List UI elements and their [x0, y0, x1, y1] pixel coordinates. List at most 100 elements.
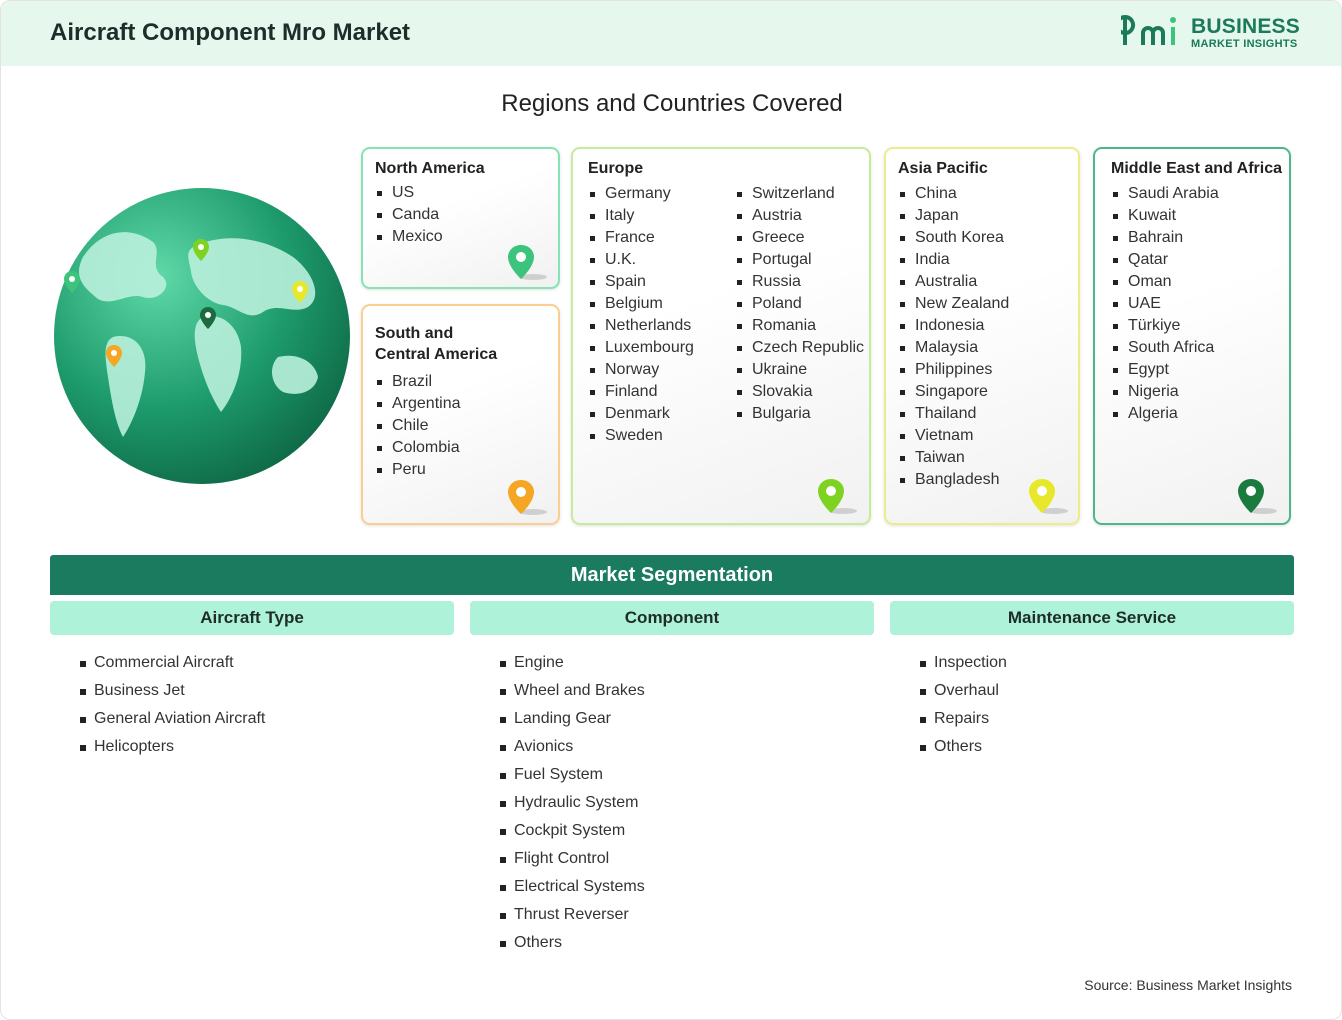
list-item: Argentina [375, 393, 461, 415]
map-pin-icon [1029, 479, 1068, 514]
bmi-logo-icon [1115, 15, 1176, 45]
globe-illustration [54, 188, 350, 484]
list-item: Engine [500, 649, 645, 677]
list-item: Nigeria [1111, 381, 1219, 403]
list-item: South Korea [898, 227, 1009, 249]
country-list: China Japan South Korea India Australia … [898, 183, 1009, 491]
list-item: Algeria [1111, 403, 1219, 425]
list-item: New Zealand [898, 293, 1009, 315]
list-item: Greece [735, 227, 864, 249]
list-item: Luxembourg [588, 337, 694, 359]
list-item: Russia [735, 271, 864, 293]
region-title-line: South and [375, 325, 454, 342]
list-item: Helicopters [80, 733, 265, 761]
list-item: Overhaul [920, 677, 1007, 705]
map-pin-icon [818, 479, 857, 514]
segment-header-aircraft-type: Aircraft Type [50, 601, 454, 635]
list-item: Germany [588, 183, 694, 205]
list-item: Bahrain [1111, 227, 1219, 249]
country-list: Switzerland Austria Greece Portugal Russ… [735, 183, 864, 425]
list-item: India [898, 249, 1009, 271]
list-item: Avionics [500, 733, 645, 761]
list-item: Landing Gear [500, 705, 645, 733]
source-note: Source: Business Market Insights [1084, 977, 1292, 993]
logo-tagline: MARKET INSIGHTS [1191, 38, 1298, 50]
list-item: Finland [588, 381, 694, 403]
map-pin-icon [1238, 479, 1277, 514]
list-item: Portugal [735, 249, 864, 271]
list-item: Inspection [920, 649, 1007, 677]
list-item: Philippines [898, 359, 1009, 381]
list-item: Oman [1111, 271, 1219, 293]
region-title: Europe [588, 160, 644, 177]
list-item: Thrust Reverser [500, 901, 645, 929]
list-item: Flight Control [500, 845, 645, 873]
list-item: Colombia [375, 437, 461, 459]
list-item: Qatar [1111, 249, 1219, 271]
list-item: Ukraine [735, 359, 864, 381]
list-item: Switzerland [735, 183, 864, 205]
region-card-middle-east-africa: Middle East and Africa Saudi Arabia Kuwa… [1093, 147, 1291, 525]
list-item: Canda [375, 204, 443, 226]
map-pin-icon [508, 245, 547, 280]
list-item: General Aviation Aircraft [80, 705, 265, 733]
region-title-line: Central America [375, 346, 498, 363]
list-item: Kuwait [1111, 205, 1219, 227]
region-card-europe: Europe Germany Italy France U.K. Spain B… [571, 147, 871, 525]
list-item: Hydraulic System [500, 789, 645, 817]
list-item: Wheel and Brakes [500, 677, 645, 705]
region-card-asia-pacific: Asia Pacific China Japan South Korea Ind… [884, 147, 1080, 525]
list-item: Norway [588, 359, 694, 381]
segment-list-aircraft-type: Commercial Aircraft Business Jet General… [80, 649, 265, 761]
list-item: Repairs [920, 705, 1007, 733]
infographic: Aircraft Component Mro Market BUSINESS M… [0, 0, 1342, 1020]
regions-title: Regions and Countries Covered [501, 90, 843, 117]
list-item: Slovakia [735, 381, 864, 403]
header-bar: Aircraft Component Mro Market BUSINESS M… [1, 1, 1341, 66]
list-item: Belgium [588, 293, 694, 315]
list-item: U.K. [588, 249, 694, 271]
list-item: Australia [898, 271, 1009, 293]
list-item: Czech Republic [735, 337, 864, 359]
list-item: Bulgaria [735, 403, 864, 425]
list-item: Poland [735, 293, 864, 315]
list-item: Business Jet [80, 677, 265, 705]
list-item: Netherlands [588, 315, 694, 337]
region-title: Middle East and Africa [1111, 160, 1282, 177]
list-item: Bangladesh [898, 469, 1009, 491]
list-item: Egypt [1111, 359, 1219, 381]
list-item: Austria [735, 205, 864, 227]
list-item: Fuel System [500, 761, 645, 789]
region-title: Asia Pacific [898, 160, 988, 177]
list-item: Türkiye [1111, 315, 1219, 337]
list-item: Spain [588, 271, 694, 293]
list-item: Sweden [588, 425, 694, 447]
list-item: France [588, 227, 694, 249]
list-item: UAE [1111, 293, 1219, 315]
list-item: US [375, 182, 443, 204]
list-item: Singapore [898, 381, 1009, 403]
list-item: Malaysia [898, 337, 1009, 359]
segment-header-component: Component [470, 601, 874, 635]
list-item: Peru [375, 459, 461, 481]
list-item: Thailand [898, 403, 1009, 425]
segmentation-title: Market Segmentation [50, 555, 1294, 595]
list-item: Vietnam [898, 425, 1009, 447]
region-title: North America [375, 160, 485, 177]
bmi-logo: BUSINESS MARKET INSIGHTS [1115, 15, 1301, 55]
list-item: Others [920, 733, 1007, 761]
list-item: Others [500, 929, 645, 957]
country-list: US Canda Mexico [375, 182, 443, 248]
list-item: Commercial Aircraft [80, 649, 265, 677]
list-item: Romania [735, 315, 864, 337]
page-title: Aircraft Component Mro Market [50, 19, 411, 46]
map-pin-icon [508, 480, 547, 515]
list-item: Taiwan [898, 447, 1009, 469]
region-card-north-america: North America US Canda Mexico [361, 147, 560, 289]
region-title: South and Central America [375, 323, 497, 365]
list-item: Cockpit System [500, 817, 645, 845]
list-item: Indonesia [898, 315, 1009, 337]
list-item: China [898, 183, 1009, 205]
segment-header-maintenance-service: Maintenance Service [890, 601, 1294, 635]
country-list: Germany Italy France U.K. Spain Belgium … [588, 183, 694, 447]
